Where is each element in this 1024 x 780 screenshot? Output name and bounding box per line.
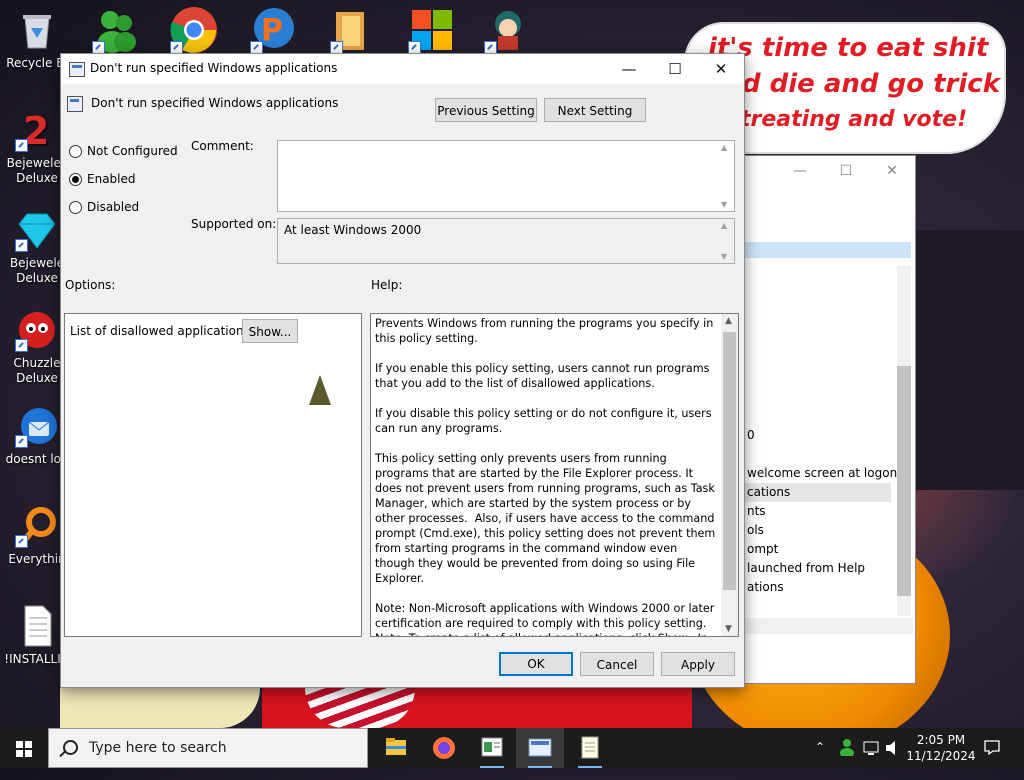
list-item[interactable]: welcome screen at logon: [745, 464, 897, 483]
bejeweled2-icon: 2: [15, 108, 59, 153]
clock-time: 2:05 PM: [916, 733, 966, 747]
search-placeholder: Type here to search: [89, 740, 227, 756]
apply-button[interactable]: Apply: [661, 652, 735, 676]
next-setting-button[interactable]: Next Setting: [544, 98, 646, 122]
policy-dialog-icon: [528, 738, 552, 757]
background-window[interactable]: — ☐ ✕ 0 welcome screen at logon cations …: [744, 155, 916, 684]
help-scroll-thumb[interactable]: [723, 332, 736, 590]
chrome-icon[interactable]: [170, 6, 218, 54]
list-item[interactable]: 0: [745, 426, 897, 445]
options-label: Options:: [65, 278, 116, 292]
radio-enabled[interactable]: Enabled: [69, 172, 136, 186]
maximize-button[interactable]: ☐: [652, 54, 698, 84]
show-button[interactable]: Show...: [242, 319, 298, 343]
background-selected-row[interactable]: [745, 242, 911, 258]
taskbar-clock[interactable]: 2:05 PM 11/12/2024: [905, 732, 977, 764]
folder-shortcut-icon[interactable]: [330, 6, 378, 54]
help-label: Help:: [371, 278, 403, 292]
supported-scrollbar[interactable]: ▲ ▼: [718, 219, 734, 263]
close-button[interactable]: ✕: [698, 54, 744, 84]
supported-on-label: Supported on:: [191, 217, 277, 231]
comment-scrollbar[interactable]: ▲ ▼: [718, 141, 734, 211]
bejeweled-icon: [15, 208, 59, 252]
taskbar-firefox[interactable]: [420, 728, 468, 768]
recycle-bin-icon: [15, 8, 59, 52]
maximize-icon[interactable]: ☐: [823, 163, 869, 179]
help-pane: Prevents Windows from running the progra…: [370, 313, 739, 637]
policy-icon: [69, 62, 85, 77]
options-pane: List of disallowed applications Show...: [64, 313, 362, 637]
mouse-cursor-icon: [309, 375, 331, 405]
background-window-titlebar[interactable]: — ☐ ✕: [745, 156, 915, 186]
list-item[interactable]: ompt: [745, 540, 897, 559]
minimize-icon[interactable]: —: [777, 163, 823, 179]
chuzzle-icon: [15, 308, 59, 352]
cancel-button[interactable]: Cancel: [580, 652, 654, 676]
radio-button[interactable]: [69, 200, 82, 214]
show-hidden-icons-chevron-icon[interactable]: ⌃: [815, 740, 825, 780]
comment-label: Comment:: [191, 139, 254, 153]
background-hscroll[interactable]: [745, 618, 913, 634]
previous-setting-button[interactable]: Previous Setting: [435, 98, 537, 122]
taskbar-gpedit[interactable]: [468, 728, 516, 768]
radio-button[interactable]: [69, 144, 82, 158]
dialog-titlebar[interactable]: Don't run specified Windows applications…: [61, 54, 744, 84]
minimize-button[interactable]: —: [606, 54, 652, 84]
taskbar: Type here to search ⌃ 2:05 PM 11/12/2024: [0, 728, 1024, 768]
everything-icon: [15, 504, 59, 548]
list-item[interactable]: nts: [745, 502, 897, 521]
option-item-label: List of disallowed applications: [70, 324, 250, 338]
ok-button[interactable]: OK: [499, 652, 573, 676]
taskbar-policy-dialog[interactable]: [516, 728, 564, 768]
character-icon[interactable]: [484, 6, 532, 54]
supported-on-field: At least Windows 2000 ▲ ▼: [277, 218, 735, 264]
help-text: Prevents Windows from running the progra…: [375, 317, 716, 636]
pinball-icon[interactable]: P: [250, 6, 298, 54]
start-button[interactable]: [0, 728, 48, 768]
taskbar-file-explorer[interactable]: [372, 728, 420, 768]
firefox-icon: [433, 737, 455, 759]
background-list: 0 welcome screen at logon cations nts ol…: [745, 426, 897, 597]
wallpaper-paper: [60, 688, 260, 728]
radio-disabled[interactable]: Disabled: [69, 200, 139, 214]
setting-title: Don't run specified Windows applications: [91, 96, 339, 110]
supported-on-value: At least Windows 2000: [284, 223, 422, 237]
setting-icon: [67, 96, 83, 112]
windows-start-icon: [16, 741, 32, 757]
taskbar-search[interactable]: Type here to search: [48, 728, 368, 768]
scroll-down-icon[interactable]: ▼: [725, 624, 732, 634]
list-item[interactable]: ols: [745, 521, 897, 540]
comment-field[interactable]: ▲ ▼: [277, 140, 735, 212]
file-explorer-icon: [386, 738, 406, 755]
help-scrollbar[interactable]: ▲ ▼: [721, 314, 738, 636]
messenger-icon[interactable]: [92, 6, 140, 54]
wallpaper-house: [915, 230, 1024, 490]
svg-text:P: P: [261, 13, 283, 48]
scroll-up-icon[interactable]: ▲: [725, 316, 732, 326]
dialog-title: Don't run specified Windows applications: [90, 61, 338, 75]
background-vscroll-thumb[interactable]: [897, 366, 911, 596]
clock-date: 11/12/2024: [906, 749, 976, 763]
radio-button[interactable]: [69, 172, 82, 186]
close-icon[interactable]: ✕: [869, 163, 915, 179]
list-item[interactable]: launched from Help: [745, 559, 897, 578]
windows-logo-icon[interactable]: [408, 6, 456, 54]
list-item[interactable]: ations: [745, 578, 897, 597]
network-people-icon[interactable]: [838, 738, 856, 778]
notifications-icon[interactable]: [983, 738, 1001, 778]
taskbar-notepad[interactable]: [566, 728, 614, 768]
text-document-icon: [15, 604, 59, 648]
notepad-icon: [581, 736, 599, 759]
wallpaper-speech-text: it's time to eat shit d die and go trick…: [708, 33, 1000, 132]
group-policy-editor-icon: [481, 737, 503, 757]
volume-icon[interactable]: [884, 739, 902, 779]
search-icon: [63, 740, 78, 755]
radio-not-configured[interactable]: Not Configured: [69, 144, 178, 158]
network-icon[interactable]: [862, 739, 880, 779]
policy-dialog: Don't run specified Windows applications…: [60, 53, 745, 688]
thunderbird-icon: [15, 404, 59, 448]
list-item[interactable]: cations: [745, 483, 891, 502]
